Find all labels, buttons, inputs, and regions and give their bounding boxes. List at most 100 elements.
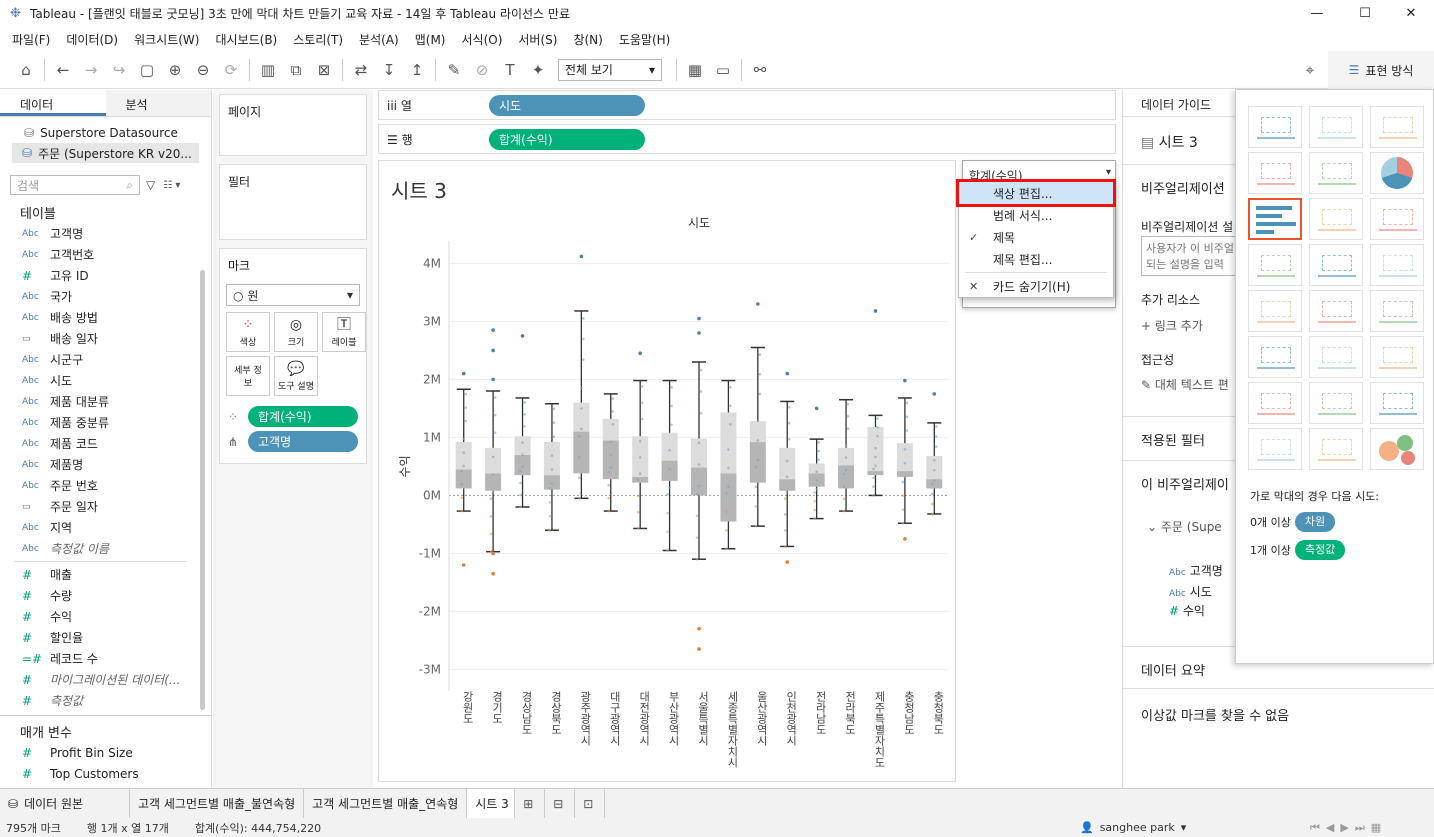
- share-icon[interactable]: ⚯: [746, 56, 774, 84]
- columns-pill-sido[interactable]: 시도: [489, 94, 645, 116]
- menu-window[interactable]: 창(N): [565, 31, 610, 48]
- chart-type-packed-bubbles-icon[interactable]: [1370, 428, 1424, 470]
- add-link-button[interactable]: + 링크 추가: [1141, 317, 1203, 334]
- chart-type-highlight-table-icon[interactable]: [1370, 106, 1424, 148]
- redo-icon[interactable]: →: [77, 56, 105, 84]
- alt-text-button[interactable]: ✎ 대체 텍스트 편: [1141, 376, 1229, 393]
- undo-icon[interactable]: ←: [49, 56, 77, 84]
- tab-sheet-3[interactable]: 시트 3: [467, 788, 516, 819]
- minimize-button[interactable]: —: [1294, 0, 1340, 27]
- pause-update-icon[interactable]: ⊖: [189, 56, 217, 84]
- source-tree-item[interactable]: ⌄ 주문 (Supe: [1147, 518, 1222, 535]
- duplicate-sheet-icon[interactable]: ⧉: [282, 56, 310, 84]
- view-options-icon[interactable]: ☷ ▾: [163, 180, 180, 191]
- showme-button[interactable]: ☰ 표현 방식: [1328, 51, 1434, 89]
- chart-type-dual-combination-icon[interactable]: [1370, 336, 1424, 378]
- close-button[interactable]: ✕: [1388, 0, 1434, 27]
- marks-pill-profit[interactable]: 합계(수익): [248, 406, 358, 427]
- field-item[interactable]: # 고유 ID: [0, 265, 211, 286]
- menu-file[interactable]: 파일(F): [4, 31, 58, 48]
- pages-card[interactable]: 페이지: [219, 94, 367, 156]
- maximize-button[interactable]: ☐: [1342, 0, 1388, 27]
- user-menu[interactable]: 👤 sanghee park ▾: [1080, 821, 1186, 834]
- chart-type-pie-chart-icon[interactable]: [1370, 152, 1424, 194]
- sort-ascending-icon[interactable]: ↧: [375, 56, 403, 84]
- chart-type-text-table-icon[interactable]: [1248, 106, 1302, 148]
- field-item[interactable]: Abc 지역: [0, 517, 211, 538]
- new-dashboard-icon[interactable]: ⊟: [545, 788, 576, 819]
- chart-type-gantt-chart-icon[interactable]: [1248, 428, 1302, 470]
- field-item[interactable]: # 할인율: [0, 627, 211, 648]
- menu-title[interactable]: ✓ 제목: [959, 226, 1113, 248]
- filters-card[interactable]: 필터: [219, 164, 367, 240]
- legend-menu-icon[interactable]: ▾: [1106, 167, 1111, 178]
- group-icon[interactable]: ⊘: [468, 56, 496, 84]
- clear-sheet-icon[interactable]: ⊠: [310, 56, 338, 84]
- menu-worksheet[interactable]: 워크시트(W): [126, 31, 207, 48]
- menu-edit-title[interactable]: 제목 편집...: [959, 248, 1113, 270]
- menu-data[interactable]: 데이터(D): [58, 31, 126, 48]
- field-item[interactable]: Abc 배송 방법: [0, 307, 211, 328]
- save-icon[interactable]: ▢: [133, 56, 161, 84]
- menu-server[interactable]: 서버(S): [510, 31, 565, 48]
- presentation-icon[interactable]: ▭: [709, 56, 737, 84]
- new-worksheet-icon[interactable]: ▥: [254, 56, 282, 84]
- chart-type-bullet-graph-icon[interactable]: [1309, 428, 1363, 470]
- menu-edit-colors[interactable]: 색상 편집...: [956, 179, 1116, 207]
- chart-type-scatter-plot-icon[interactable]: [1248, 382, 1302, 424]
- chart-type-area-continuous-icon[interactable]: [1248, 336, 1302, 378]
- mark-type-select[interactable]: ○ 원 ▾: [226, 284, 360, 306]
- chart-type-treemap-icon[interactable]: [1248, 244, 1302, 286]
- tab-data[interactable]: 데이터: [0, 90, 106, 116]
- home-icon[interactable]: ⌂: [12, 56, 40, 84]
- menu-help[interactable]: 도움말(H): [611, 31, 679, 48]
- labels-icon[interactable]: T: [496, 56, 524, 84]
- highlight-icon[interactable]: ✎: [440, 56, 468, 84]
- chart-type-stacked-bars-icon[interactable]: [1309, 198, 1363, 240]
- datasource-item-selected[interactable]: ⛁ 주문 (Superstore KR v20...: [12, 143, 199, 163]
- rows-shelf[interactable]: ☰ 행 합계(수익): [378, 124, 1116, 154]
- field-item[interactable]: Abc 시도: [0, 370, 211, 391]
- menu-story[interactable]: 스토리(T): [285, 31, 351, 48]
- field-item[interactable]: ▭ 주문 일자: [0, 496, 211, 517]
- field-item[interactable]: # Top Customers: [0, 763, 211, 784]
- new-datasource-icon[interactable]: ⊕: [161, 56, 189, 84]
- pin-icon[interactable]: ✦: [524, 56, 552, 84]
- field-item[interactable]: # 수익: [0, 606, 211, 627]
- chart-type-side-by-side-circles-icon[interactable]: [1370, 244, 1424, 286]
- tab-sheet-1[interactable]: 고객 세그먼트별 매출_불연속형: [130, 788, 305, 819]
- fit-view-select[interactable]: 전체 보기 ▾: [558, 58, 662, 81]
- chart-type-lines-discrete-icon[interactable]: [1309, 290, 1363, 332]
- menu-hide-card[interactable]: ✕ 카드 숨기기(H): [959, 275, 1113, 297]
- field-item[interactable]: Abc 국가: [0, 286, 211, 307]
- color-button[interactable]: ⁘ 색상: [226, 312, 270, 352]
- field-item[interactable]: # 마이그레이션된 데이터(...: [0, 669, 211, 690]
- field-item[interactable]: Abc 고객번호: [0, 244, 211, 265]
- data-pane-scrollbar[interactable]: [200, 270, 205, 710]
- datasource-item[interactable]: ⛁ Superstore Datasource: [0, 123, 211, 143]
- refresh-icon[interactable]: ⟳: [217, 56, 245, 84]
- rows-pill-profit[interactable]: 합계(수익): [489, 128, 645, 150]
- menu-format-legend[interactable]: 범례 서식...: [959, 204, 1113, 226]
- field-item[interactable]: Abc 제품 중분류: [0, 412, 211, 433]
- chart-type-lines-continuous-icon[interactable]: [1248, 290, 1302, 332]
- field-item[interactable]: Abc 주문 번호: [0, 475, 211, 496]
- field-item[interactable]: # 측정값: [0, 690, 211, 711]
- chart-type-symbol-map-icon[interactable]: [1248, 152, 1302, 194]
- menu-dashboard[interactable]: 대시보드(B): [207, 31, 285, 48]
- chart-type-box-and-whisker-icon[interactable]: [1370, 382, 1424, 424]
- size-button[interactable]: ◎ 크기: [274, 312, 318, 352]
- chart-type-heat-map-icon[interactable]: [1309, 106, 1363, 148]
- detail-button[interactable]: 세부 정보: [226, 356, 270, 396]
- new-sheet-icon[interactable]: ⊞: [515, 788, 546, 819]
- chart-type-histogram-icon[interactable]: [1309, 382, 1363, 424]
- chart-type-side-by-side-bars-icon[interactable]: [1370, 198, 1424, 240]
- field-item[interactable]: # Profit Bin Size: [0, 742, 211, 763]
- chart-type-area-discrete-icon[interactable]: [1309, 336, 1363, 378]
- field-item[interactable]: =# 레코드 수: [0, 648, 211, 669]
- swap-icon[interactable]: ⇄: [347, 56, 375, 84]
- field-item[interactable]: # 수량: [0, 585, 211, 606]
- field-item[interactable]: Abc 제품 대분류: [0, 391, 211, 412]
- sort-descending-icon[interactable]: ↥: [403, 56, 431, 84]
- chart-type-dual-lines-icon[interactable]: [1370, 290, 1424, 332]
